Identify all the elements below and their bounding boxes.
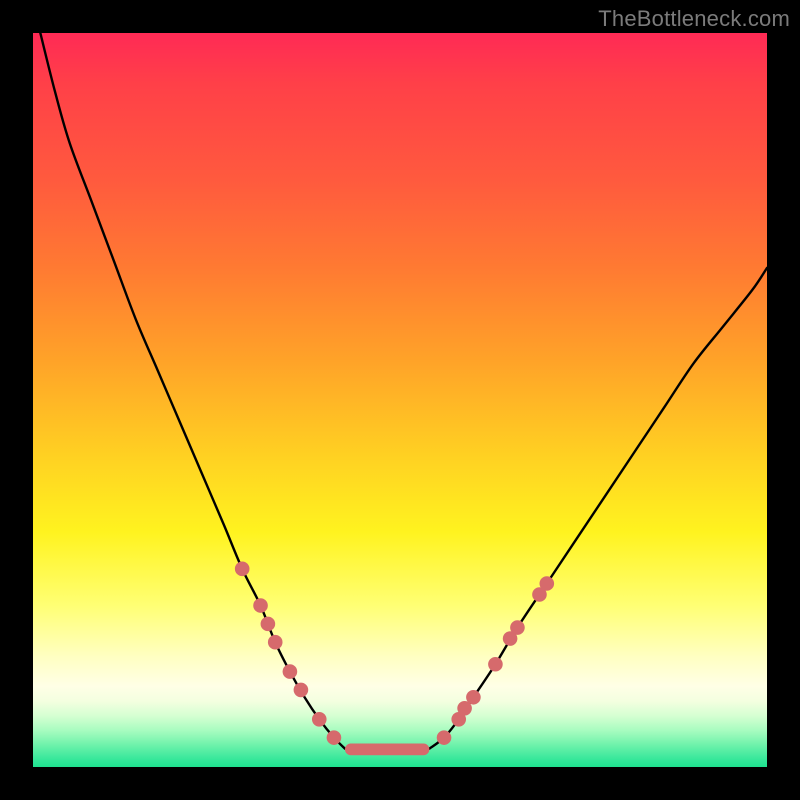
marker-left bbox=[261, 617, 276, 632]
marker-left bbox=[253, 598, 268, 613]
marker-right bbox=[437, 730, 452, 745]
marker-left bbox=[283, 664, 298, 679]
plot-area bbox=[33, 33, 767, 767]
marker-left bbox=[235, 562, 250, 577]
marker-right bbox=[488, 657, 503, 672]
marker-right bbox=[540, 576, 555, 591]
chart-stage: TheBottleneck.com bbox=[0, 0, 800, 800]
marker-left bbox=[312, 712, 327, 727]
marker-right bbox=[466, 690, 481, 705]
marker-left bbox=[294, 683, 309, 698]
left-curve bbox=[40, 33, 345, 749]
chart-svg bbox=[33, 33, 767, 767]
marker-left bbox=[268, 635, 283, 650]
marker-right bbox=[510, 620, 525, 635]
marker-left bbox=[327, 730, 342, 745]
watermark-text: TheBottleneck.com bbox=[598, 6, 790, 32]
right-curve bbox=[429, 268, 767, 749]
plateau-segment bbox=[345, 744, 429, 756]
